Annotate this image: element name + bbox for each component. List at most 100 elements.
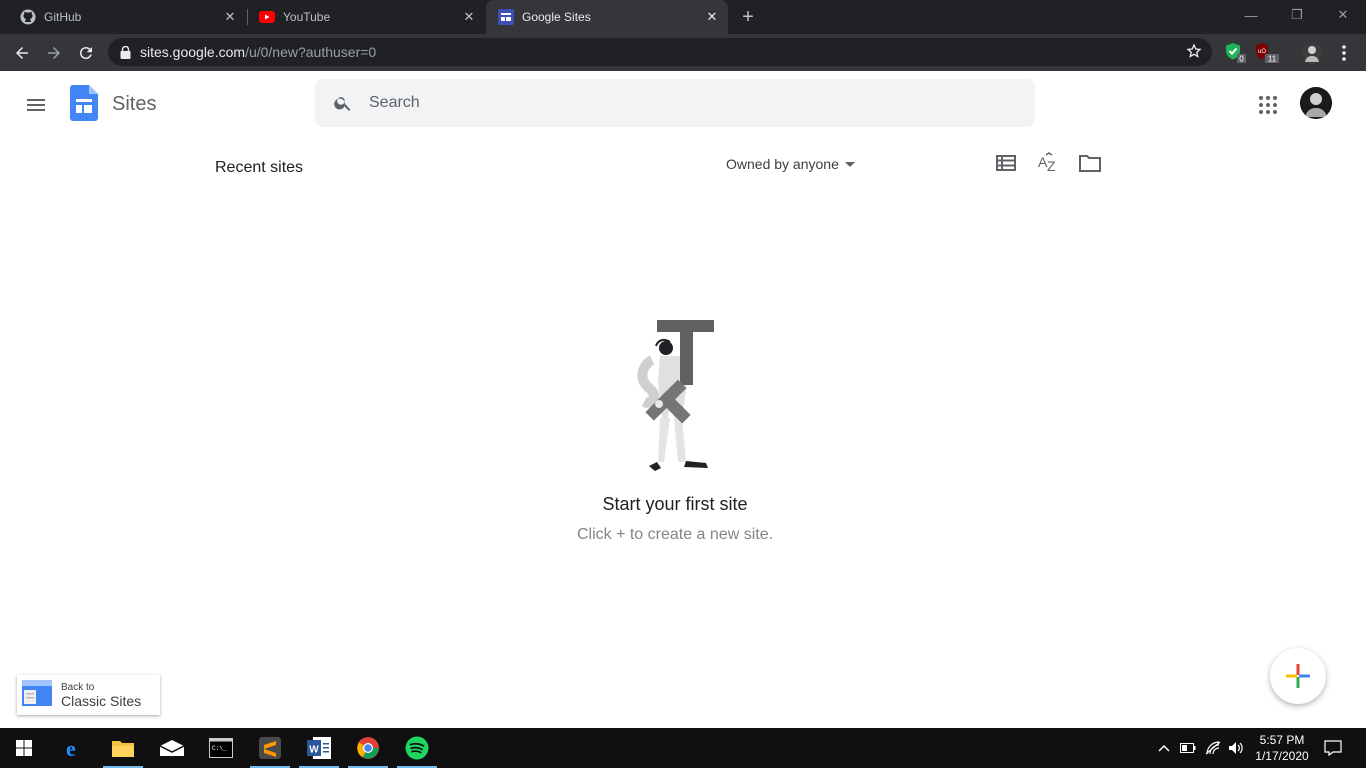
caret-down-icon: [844, 161, 855, 167]
url-text: sites.google.com/u/0/new?authuser=0: [140, 44, 376, 60]
folder-icon: [112, 741, 134, 757]
volume-icon[interactable]: [1226, 728, 1246, 768]
sort-az-button[interactable]: AZ: [1036, 151, 1060, 175]
svg-text:Z: Z: [1047, 158, 1056, 174]
chevron-up-icon: [1158, 744, 1170, 752]
notification-icon: [1324, 740, 1342, 756]
action-center-button[interactable]: [1322, 728, 1344, 768]
search-icon[interactable]: [333, 93, 353, 113]
taskbar-sublime-text[interactable]: [246, 728, 294, 768]
terminal-icon: C:\_: [209, 738, 233, 758]
reload-button[interactable]: [72, 39, 100, 67]
taskbar-word[interactable]: W: [295, 728, 343, 768]
close-icon[interactable]: ✕: [461, 9, 477, 25]
wifi-icon[interactable]: [1203, 728, 1223, 768]
close-icon[interactable]: ✕: [222, 9, 238, 25]
clock-date: 1/17/2020: [1255, 749, 1309, 763]
list-view-icon: [996, 155, 1016, 171]
plus-icon: [1286, 664, 1310, 688]
taskbar-mail[interactable]: [148, 728, 196, 768]
classic-line1: Back to: [61, 681, 95, 693]
windows-logo-icon: [16, 740, 32, 756]
close-icon[interactable]: ✕: [704, 9, 720, 25]
sites-app-bar: Sites: [0, 71, 1366, 137]
minimize-button[interactable]: —: [1228, 0, 1274, 30]
svg-text:11: 11: [1268, 55, 1277, 64]
svg-text:C:\_: C:\_: [212, 745, 227, 752]
window-close-button[interactable]: ✕: [1320, 0, 1366, 30]
arrow-left-icon: [16, 47, 28, 59]
apps-grid-icon: [1259, 96, 1277, 114]
svg-text:0: 0: [1239, 55, 1244, 64]
empty-state-illustration: [630, 318, 720, 478]
browser-menu-button[interactable]: [1330, 39, 1358, 67]
address-bar[interactable]: sites.google.com/u/0/new?authuser=0: [108, 38, 1212, 66]
ublock-icon: uO11: [1256, 43, 1279, 64]
main-menu-button[interactable]: [24, 93, 48, 117]
sites-logo-icon[interactable]: [70, 85, 98, 126]
bookmark-star-icon[interactable]: [1186, 43, 1202, 64]
classic-sites-icon: [22, 679, 52, 711]
classic-line2: Classic Sites: [61, 692, 142, 709]
taskbar-edge[interactable]: e: [51, 728, 99, 768]
spotify-icon: [405, 736, 429, 760]
shield-extension-button[interactable]: 0: [1222, 39, 1250, 67]
github-icon: [20, 9, 36, 25]
clock-time: 5:57 PM: [1259, 733, 1305, 747]
tab-youtube[interactable]: YouTube ✕: [239, 0, 485, 34]
mail-icon: [159, 740, 185, 756]
taskbar-spotify[interactable]: [393, 728, 441, 768]
youtube-icon: [259, 9, 275, 25]
tab-google-sites[interactable]: Google Sites ✕: [486, 0, 728, 34]
word-icon: W: [307, 737, 331, 759]
back-button[interactable]: [8, 39, 36, 67]
app-name: Sites: [112, 93, 157, 115]
google-apps-button[interactable]: [1256, 93, 1280, 117]
show-hidden-icons-button[interactable]: [1154, 728, 1174, 768]
search-input[interactable]: [369, 94, 969, 112]
owner-filter-label: Owned by anyone: [726, 156, 839, 172]
ublock-extension-button[interactable]: uO 11: [1254, 39, 1282, 67]
sublime-text-icon: [259, 737, 281, 759]
system-clock[interactable]: 5:57 PM 1/17/2020: [1250, 732, 1314, 764]
tab-title: YouTube: [283, 10, 331, 24]
create-site-button[interactable]: [1270, 648, 1326, 704]
reload-icon: [79, 47, 92, 60]
tab-title: GitHub: [44, 10, 82, 24]
restore-button[interactable]: ❐: [1274, 0, 1320, 30]
url-domain: sites.google.com: [140, 44, 246, 60]
menu-icon: [27, 99, 45, 111]
list-view-button[interactable]: [994, 151, 1018, 175]
chrome-icon: [357, 737, 379, 759]
tab-title: Google Sites: [522, 10, 591, 24]
taskbar-chrome[interactable]: [344, 728, 392, 768]
tab-github[interactable]: GitHub ✕: [0, 0, 246, 34]
edge-icon: e: [66, 737, 76, 759]
folder-icon: [1079, 155, 1101, 172]
empty-state-title: Start your first site: [602, 494, 748, 514]
svg-text:e: e: [66, 737, 76, 759]
shield-check-icon: 0: [1226, 43, 1246, 64]
arrow-right-icon: [48, 47, 60, 59]
search-box[interactable]: [315, 79, 1035, 127]
empty-state-subtitle: Click + to create a new site.: [576, 526, 774, 543]
section-title: Recent sites: [215, 159, 304, 176]
taskbar-terminal[interactable]: C:\_: [197, 728, 245, 768]
lock-icon: [120, 45, 131, 59]
start-button[interactable]: [0, 728, 48, 768]
account-avatar[interactable]: [1300, 87, 1332, 119]
google-sites-icon: [498, 9, 514, 25]
browser-tabstrip: GitHub ✕ YouTube ✕ Google Sites ✕ + — ❐ …: [0, 0, 1366, 34]
more-vert-icon: [1342, 45, 1346, 61]
windows-taskbar: e C:\_ W 5:57 PM 1/17/2020: [0, 728, 1366, 768]
back-to-classic-sites-button[interactable]: Back to Classic Sites: [17, 675, 160, 715]
url-path: /u/0/new?authuser=0: [245, 44, 377, 60]
taskbar-file-explorer[interactable]: [99, 728, 147, 768]
forward-button[interactable]: [40, 39, 68, 67]
profile-avatar[interactable]: [1298, 39, 1326, 67]
new-tab-button[interactable]: +: [738, 7, 758, 27]
sort-az-icon: AZ: [1038, 152, 1056, 174]
folder-button[interactable]: [1078, 151, 1102, 175]
owner-filter-dropdown[interactable]: Owned by anyone: [726, 155, 855, 173]
battery-icon[interactable]: [1178, 728, 1198, 768]
